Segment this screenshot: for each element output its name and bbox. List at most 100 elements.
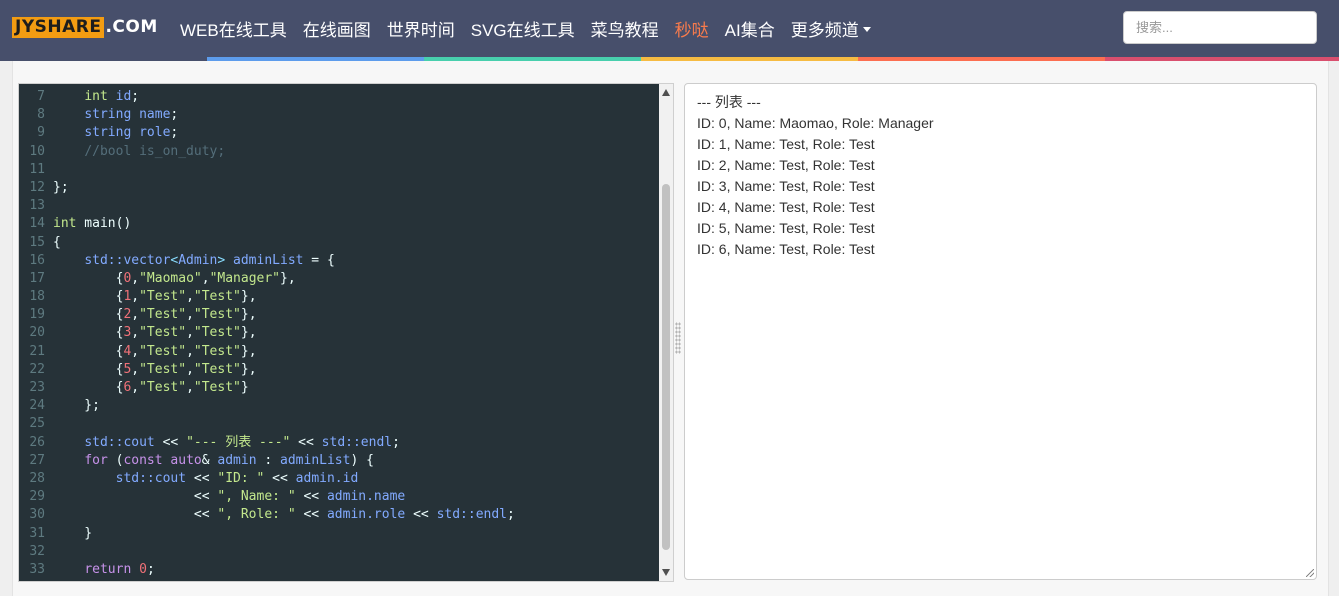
code-area[interactable]: 7 int id; 8 string name; 9 string role; 10 … [19,88,659,579]
code-token: "Test" [139,325,187,341]
code-text: std::cout << "--- 列表 ---" << std::endl; [53,434,400,452]
code-token: std::endl [436,507,508,523]
nav-item[interactable]: WEB在线工具 [172,16,295,41]
line-number: 15 [29,234,45,250]
code-line: 24 }; [19,397,659,415]
code-token: "ID: " [217,470,265,486]
code-token: , [186,307,194,323]
code-token: , [131,307,140,323]
nav-item[interactable]: 秒哒 [667,16,717,41]
code-text: int main() [53,215,131,233]
code-token: : [256,452,281,468]
nav-item[interactable]: 在线画图 [295,16,379,41]
code-token: }; [53,398,100,414]
code-token: ", Role: " [217,507,296,523]
code-line: 20 {3,"Test","Test"}, [19,324,659,342]
code-token: { [53,289,124,305]
code-token: << [295,489,327,505]
code-line: 16 std::vector<Admin> adminList = { [19,252,659,270]
code-text: {1,"Test","Test"}, [53,288,257,306]
editor-scrollbar[interactable] [659,84,673,581]
nav-item[interactable]: SVG在线工具 [463,16,583,41]
code-line: 9 string role; [19,124,659,142]
line-number: 23 [29,380,45,395]
caret-down-icon [862,27,871,33]
code-token: , [131,361,140,377]
logo-suffix: .COM [105,17,158,37]
panel-splitter-handle[interactable] [675,322,681,354]
code-token: { [53,343,124,359]
code-token: << [186,470,218,486]
code-line: 15 { [19,234,659,252]
line-number: 25 [29,416,45,432]
site-logo[interactable]: JYSHARE .COM [12,16,158,38]
output-line: ID: 1, Name: Test, Role: Test [697,136,875,152]
scrollbar-thumb[interactable] [662,184,670,550]
code-token: , [186,325,194,341]
code-token: "Test" [139,307,187,323]
line-number: 29 [29,489,45,505]
code-text: << ", Name: " << admin.name [53,488,405,506]
code-text: for (const auto& admin : adminList) { [53,452,374,470]
code-token: ", Name: " [217,489,296,505]
code-token: 0 [139,561,147,577]
output-panel[interactable]: --- 列表 --- ID: 0, Name: Maomao, Role: Man… [684,83,1317,580]
code-editor[interactable]: 7 int id; 8 string name; 9 string role; 10 … [18,83,674,582]
code-line: 8 string name; [19,106,659,124]
nav-menu: WEB在线工具 在线画图 世界时间 SVG在线工具 菜鸟教程 秒哒 AI集合 更多频道 [172,0,879,57]
code-token: ; [170,107,179,123]
code-line: 27 for (const auto& admin : adminList) { [19,452,659,470]
scroll-down-icon[interactable] [662,569,670,576]
nav-item[interactable]: 世界时间 [379,16,463,41]
line-number: 11 [29,161,45,177]
search-input[interactable] [1123,11,1317,44]
code-line: 19 {2,"Test","Test"}, [19,306,659,324]
code-line: 7 int id; [19,88,659,106]
code-token: "Manager" [209,270,281,286]
top-navbar: JYSHARE .COM WEB在线工具 在线画图 世界时间 SVG在线工具 菜鸟教程秒… [0,0,1339,57]
nav-item[interactable]: AI集合 [717,16,783,41]
code-line: 21 {4,"Test","Test"}, [19,343,659,361]
code-token: & [201,452,218,468]
line-number: 19 [29,307,45,323]
nav-item-label: 秒哒 [674,21,709,40]
code-line: 23 {6,"Test","Test"} [19,379,659,397]
code-token: Admin [178,252,218,268]
code-token: "Test" [139,380,187,395]
line-number: 10 [29,143,45,159]
resize-grip-icon[interactable] [1306,569,1314,577]
scroll-up-icon[interactable] [662,89,670,96]
code-line: 33 return 0; [19,561,659,579]
code-line: 13 [19,197,659,215]
line-number: 21 [29,343,45,359]
code-token: , [201,270,210,286]
code-text: {2,"Test","Test"}, [53,306,257,324]
code-text: } [53,525,92,543]
code-token: } [240,380,249,395]
code-token: ; [507,507,515,523]
line-number: 16 [29,252,45,268]
code-token: << [405,507,437,523]
code-token: const [123,452,163,468]
nav-item-label: 世界时间 [386,21,455,40]
code-text: {6,"Test","Test"} [53,379,249,397]
nav-item[interactable]: 更多频道 [783,16,879,41]
code-line: 14 int main() [19,215,659,233]
code-token: admin.name [326,489,406,505]
nav-item-label: 在线画图 [302,21,371,40]
line-number: 26 [29,434,45,450]
code-text: }; [53,397,100,415]
code-token: , [131,343,140,359]
code-text: string name; [53,106,178,124]
code-line: 32 [19,543,659,561]
code-token: "Test" [193,325,241,341]
nav-item[interactable]: 菜鸟教程 [583,16,667,41]
code-line: 29 << ", Name: " << admin.name [19,488,659,506]
code-text: string role; [53,124,178,142]
code-line: 26 std::cout << "--- 列表 ---" << std::end… [19,434,659,452]
